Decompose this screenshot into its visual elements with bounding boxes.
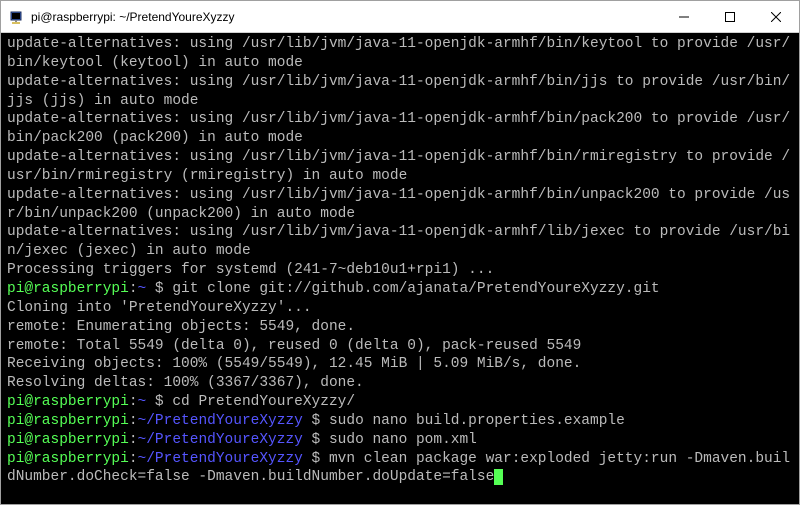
prompt-userhost: pi@raspberrypi	[7, 451, 129, 467]
terminal-output[interactable]: update-alternatives: using /usr/lib/jvm/…	[1, 33, 799, 504]
window-controls	[661, 1, 799, 32]
prompt-path: ~/PretendYoureXyzzy	[138, 451, 303, 467]
prompt-userhost: pi@raspberrypi	[7, 432, 129, 448]
minimize-button[interactable]	[661, 1, 707, 32]
maximize-button[interactable]	[707, 1, 753, 32]
titlebar[interactable]: pi@raspberrypi: ~/PretendYoureXyzzy	[1, 1, 799, 33]
prompt-userhost: pi@raspberrypi	[7, 394, 129, 410]
prompt-path: ~	[138, 281, 147, 297]
prompt-userhost: pi@raspberrypi	[7, 281, 129, 297]
cursor	[494, 469, 503, 485]
prompt-path: ~/PretendYoureXyzzy	[138, 413, 303, 429]
prompt-userhost: pi@raspberrypi	[7, 413, 129, 429]
close-button[interactable]	[753, 1, 799, 32]
window-title: pi@raspberrypi: ~/PretendYoureXyzzy	[31, 10, 661, 24]
putty-window: pi@raspberrypi: ~/PretendYoureXyzzy upda…	[0, 0, 800, 505]
prompt-path: ~	[138, 394, 147, 410]
putty-icon	[9, 9, 25, 25]
prompt-path: ~/PretendYoureXyzzy	[138, 432, 303, 448]
